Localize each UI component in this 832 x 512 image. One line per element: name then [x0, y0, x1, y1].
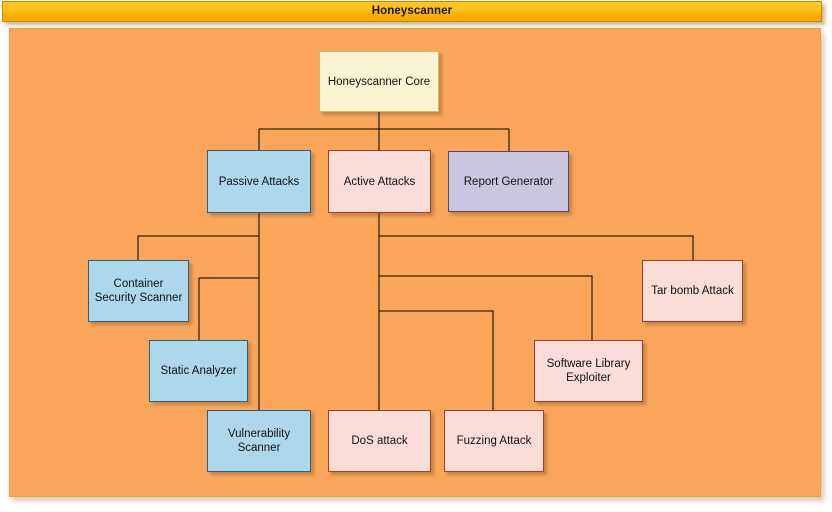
- node-label: Report Generator: [463, 175, 554, 188]
- node-fuzzing-attack[interactable]: Fuzzing Attack: [444, 410, 544, 472]
- window-title-bar: Honeyscanner: [2, 1, 822, 22]
- node-passive-attacks[interactable]: Passive Attacks: [207, 150, 311, 213]
- node-report-generator[interactable]: Report Generator: [448, 151, 569, 212]
- app-window: Honeyscanner Honeyscanner Core Passive A…: [0, 0, 832, 512]
- node-label: Passive Attacks: [218, 175, 300, 188]
- node-label: Tar bomb Attack: [651, 285, 734, 297]
- window-title: Honeyscanner: [371, 4, 453, 17]
- node-vulnerability-scanner[interactable]: Vulnerability Scanner: [207, 410, 311, 472]
- node-label: Fuzzing Attack: [456, 435, 532, 447]
- node-label: Vulnerability Scanner: [227, 428, 291, 454]
- node-label: Software Library Exploiter: [546, 358, 631, 384]
- node-dos-attack[interactable]: DoS attack: [328, 410, 431, 472]
- diagram-nodes: Honeyscanner Core Passive Attacks Active…: [10, 29, 820, 496]
- node-label: DoS attack: [351, 435, 408, 447]
- node-static-analyzer[interactable]: Static Analyzer: [149, 340, 248, 402]
- node-honeyscanner-core[interactable]: Honeyscanner Core: [319, 51, 439, 112]
- node-active-attacks[interactable]: Active Attacks: [328, 150, 431, 213]
- node-container-security-scanner[interactable]: Container Security Scanner: [88, 260, 189, 322]
- node-software-library-exploiter[interactable]: Software Library Exploiter: [534, 340, 643, 402]
- node-tar-bomb-attack[interactable]: Tar bomb Attack: [642, 260, 743, 322]
- node-label: Static Analyzer: [160, 365, 237, 377]
- node-label: Active Attacks: [343, 175, 416, 188]
- node-label: Honeyscanner Core: [327, 75, 431, 88]
- node-label: Container Security Scanner: [94, 278, 183, 304]
- diagram-canvas[interactable]: Honeyscanner Core Passive Attacks Active…: [9, 28, 821, 497]
